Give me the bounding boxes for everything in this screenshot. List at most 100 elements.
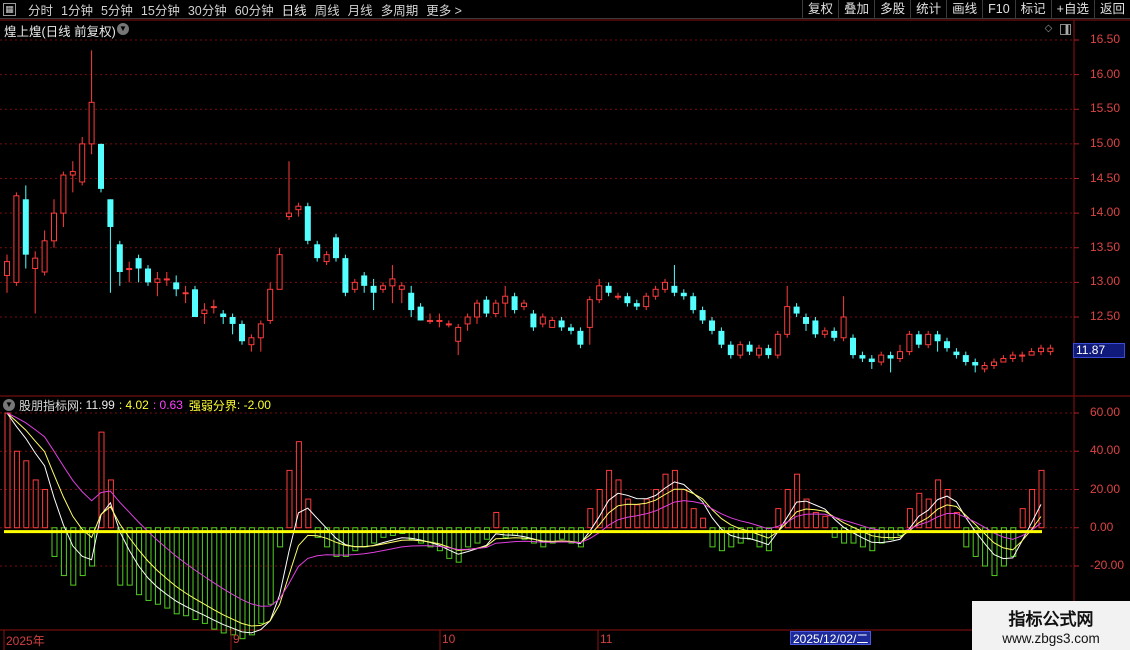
date-axis-label: 10 (442, 632, 456, 646)
histogram-bar (42, 489, 49, 529)
histogram-bar (822, 515, 829, 529)
histogram-bar (474, 527, 481, 544)
histogram-bar (681, 489, 688, 529)
histogram-bar (690, 508, 697, 529)
cursor-date-label: 2025/12/02/二 (790, 631, 872, 646)
candle-body (13, 195, 20, 283)
histogram-bar (803, 498, 810, 529)
candle-body (539, 316, 546, 325)
candle-body (577, 330, 584, 345)
candle-body (60, 174, 67, 214)
candle-body (831, 330, 838, 338)
candle-body (746, 344, 753, 352)
candle-body (662, 281, 668, 290)
candle-body (304, 206, 311, 241)
candle-body (878, 354, 885, 363)
indicator-axis-label: 20.00 (1090, 481, 1121, 496)
candle-body (79, 143, 86, 183)
candle-body (521, 302, 527, 308)
candle-body (944, 341, 950, 349)
histogram-bar (850, 527, 857, 544)
histogram-bar (794, 473, 801, 529)
histogram-bar (925, 498, 932, 529)
price-axis-label: 16.00 (1090, 66, 1121, 81)
candle-body (671, 285, 678, 293)
kline-chart[interactable] (0, 0, 1130, 650)
candle-body (107, 199, 114, 227)
histogram-bar (493, 511, 500, 529)
candle-body (474, 302, 480, 318)
histogram-bar (587, 508, 594, 529)
histogram-bar (79, 527, 86, 577)
candle-body (821, 330, 828, 335)
histogram-bar (530, 527, 537, 544)
histogram-bar (211, 527, 218, 630)
histogram-bar (258, 527, 265, 624)
price-axis-label: 16.50 (1090, 32, 1121, 46)
indicator-line-yellow (6, 412, 1042, 627)
histogram-bar (671, 469, 678, 529)
candle-body (812, 320, 819, 335)
candle-body (793, 306, 800, 314)
histogram-bar (944, 489, 951, 529)
candle-body (953, 351, 960, 356)
candle-body (389, 278, 396, 287)
candle-body (765, 348, 772, 356)
candle-body (868, 358, 875, 363)
date-axis-label: 11 (600, 632, 613, 646)
candle-body (333, 237, 339, 259)
histogram-bar (1019, 508, 1026, 529)
candle-body (192, 289, 198, 317)
candle-body (1019, 354, 1026, 357)
watermark-title: 指标公式网 (1008, 610, 1094, 629)
candle-body (699, 310, 706, 321)
histogram-bar (183, 527, 190, 617)
candle-body (615, 295, 621, 298)
watermark: 指标公式网 www.zbgs3.com (972, 601, 1130, 650)
candle-body (408, 292, 415, 311)
price-axis-label: 14.00 (1090, 205, 1121, 220)
histogram-bar (841, 527, 848, 544)
strong-weak-value: : -2.00 (236, 398, 271, 412)
histogram-bar (295, 441, 302, 529)
histogram-bar (23, 460, 30, 529)
candle-body (586, 299, 593, 328)
histogram-bar (747, 527, 754, 540)
price-axis-label: 15.50 (1090, 101, 1121, 116)
candle-body (436, 319, 443, 322)
candle-body (361, 275, 368, 286)
histogram-bar (371, 527, 378, 544)
histogram-bar (286, 469, 293, 529)
histogram-bar (136, 527, 143, 596)
candle-body (32, 257, 39, 270)
price-axis-label: 13.50 (1090, 239, 1121, 254)
indicator-value-1: : 11.99 (79, 398, 115, 412)
histogram-bar (248, 527, 255, 636)
candle-body (718, 330, 725, 345)
indicator-axis-label: 40.00 (1090, 443, 1121, 458)
candle-body (652, 288, 659, 297)
indicator-value-3: : 0.63 (152, 398, 183, 412)
indicator-header: ▼ 股朋指标网 : 11.99 : 4.02 : 0.63 强弱分界 : -2.… (3, 398, 271, 413)
chevron-down-icon[interactable]: ▼ (3, 399, 15, 411)
candle-body (756, 347, 762, 356)
candle-body (342, 258, 349, 293)
candle-body (116, 244, 123, 272)
candle-body (727, 344, 734, 356)
candle-body (248, 337, 255, 346)
candle-body (182, 292, 189, 295)
histogram-bar (812, 511, 819, 529)
candle-body (163, 278, 170, 281)
indicator-axis-label: 60.00 (1090, 405, 1121, 419)
histogram-bar (991, 527, 998, 577)
candle-body (88, 101, 95, 145)
candle-body (276, 254, 283, 290)
date-axis-label: 9 (233, 632, 240, 646)
histogram-bar (935, 479, 942, 529)
histogram-bar (4, 412, 11, 529)
candle-body (398, 285, 405, 290)
candle-body (220, 313, 227, 317)
candle-body (887, 355, 894, 359)
candle-body (239, 323, 245, 342)
price-axis-label: 13.00 (1090, 274, 1121, 289)
